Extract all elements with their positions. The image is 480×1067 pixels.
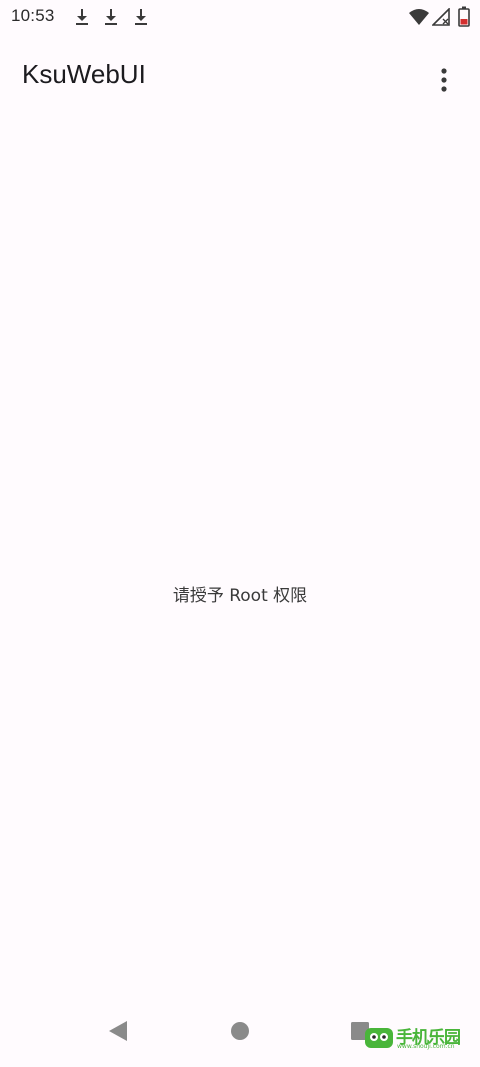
- app-title: KsuWebUI: [22, 59, 146, 89]
- download-icon: [105, 9, 117, 25]
- more-options-button[interactable]: [422, 58, 466, 102]
- home-icon: [231, 1022, 249, 1040]
- watermark-subtitle: www.shouji.com.cn: [397, 1043, 455, 1050]
- watermark-logo: 手机乐园 www.shouji.com.cn: [364, 1023, 476, 1053]
- navigation-bar: 手机乐园 www.shouji.com.cn: [0, 995, 480, 1067]
- wifi-icon: [409, 9, 429, 25]
- back-button[interactable]: [98, 1011, 138, 1051]
- download-icon: [76, 9, 88, 25]
- status-time: 10:53: [11, 6, 55, 25]
- back-icon: [109, 1021, 127, 1041]
- watermark-mascot-icon: [365, 1028, 393, 1048]
- more-vert-icon: [441, 68, 447, 92]
- app-bar: KsuWebUI: [0, 34, 480, 118]
- status-bar: 10:53: [0, 0, 480, 34]
- home-button[interactable]: [220, 1011, 260, 1051]
- battery-icon: [458, 6, 470, 27]
- download-icon: [135, 9, 147, 25]
- signal-icon: [432, 8, 450, 26]
- root-permission-message: 请授予 Root 权限: [172, 586, 308, 606]
- status-icons: [408, 6, 472, 28]
